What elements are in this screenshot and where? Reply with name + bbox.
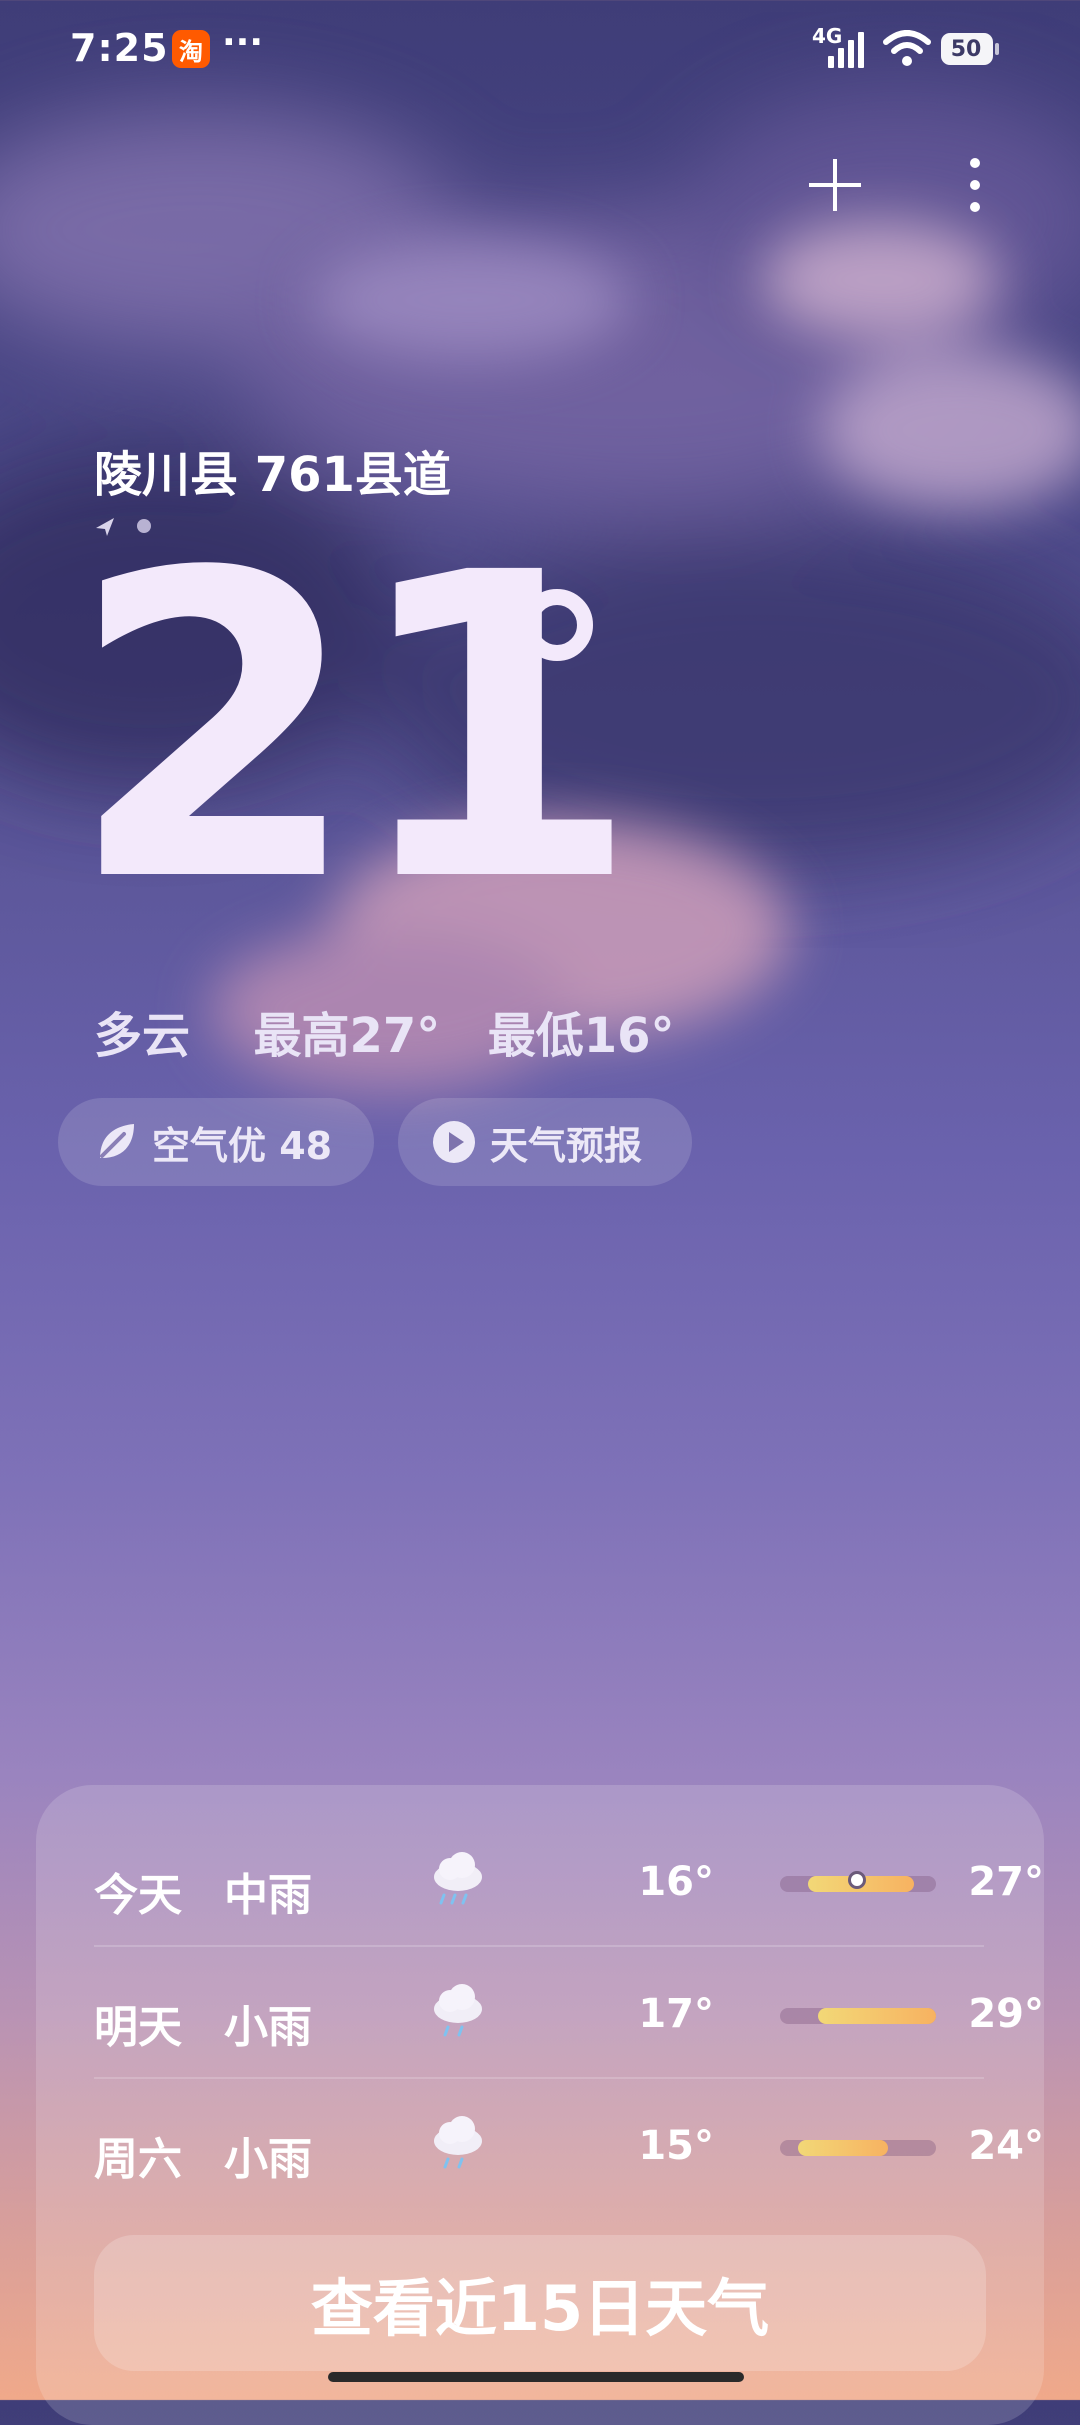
forecast-card: 今天 中雨 16° 27° 明天 小雨 17° 29° 周六 小雨 15° 24… [36, 1785, 1044, 2425]
rain-cloud-icon [434, 1852, 482, 1905]
forecast-condition: 小雨 [224, 2002, 312, 2053]
temperature-range-bar [780, 2140, 936, 2156]
current-condition: 多云 [94, 1008, 191, 1064]
today-low: 最低16° [487, 1008, 675, 1064]
rain-cloud-icon [434, 1984, 482, 2037]
signal-icon [828, 32, 864, 68]
row-divider [94, 2077, 984, 2079]
play-icon [433, 1121, 475, 1163]
home-indicator[interactable] [328, 2372, 744, 2382]
status-time: 7:25 [70, 26, 169, 70]
status-bar: 7:25 淘 ··· 4G 50 [0, 0, 1080, 100]
add-city-button[interactable] [800, 150, 870, 220]
row-divider [94, 1945, 984, 1947]
weather-summary: 多云 最高27° 最低16° [94, 996, 675, 1066]
forecast-row[interactable]: 今天 中雨 16° 27° [94, 1821, 1044, 1953]
forecast-row[interactable]: 周六 小雨 15° 24° [94, 2085, 1044, 2217]
forecast-day: 周六 [94, 2134, 182, 2185]
leaf-icon [100, 1124, 134, 1158]
wifi-icon [883, 30, 931, 66]
more-options-button[interactable] [940, 150, 1010, 220]
today-high: 最高27° [253, 1008, 441, 1064]
air-quality-pill[interactable]: 空气优 48 [58, 1098, 374, 1186]
view-15-day-forecast-button[interactable]: 查看近15日天气 [94, 2235, 986, 2371]
forecast-low: 15° [638, 2123, 714, 2169]
temperature-range-bar [780, 2008, 936, 2024]
weather-forecast-video-pill[interactable]: 天气预报 [398, 1098, 692, 1186]
temperature-range-bar [780, 1871, 936, 1892]
forecast-low: 16° [638, 1859, 714, 1905]
taobao-notification-icon: 淘 [172, 30, 210, 68]
forecast-high: 27° [968, 1859, 1044, 1905]
forecast-day: 明天 [94, 2002, 182, 2053]
weather-forecast-label: 天气预报 [490, 1123, 643, 1168]
forecast-high: 29° [968, 1991, 1044, 2037]
forecast-condition: 小雨 [224, 2134, 312, 2185]
forecast-day: 今天 [94, 1870, 182, 1921]
forecast-row[interactable]: 明天 小雨 17° 29° [94, 1953, 1044, 2085]
more-vertical-icon [970, 158, 980, 212]
forecast-high: 24° [968, 2123, 1044, 2169]
forecast-low: 17° [638, 1991, 714, 2037]
plus-icon [809, 159, 861, 211]
more-notifications-icon: ··· [222, 22, 264, 63]
current-temp-marker [848, 1871, 866, 1889]
battery-level: 50 [950, 36, 982, 62]
forecast-condition: 中雨 [224, 1870, 312, 1921]
degree-symbol-icon [521, 589, 593, 661]
air-quality-label: 空气优 48 [152, 1123, 333, 1168]
rain-cloud-icon [434, 2116, 482, 2169]
